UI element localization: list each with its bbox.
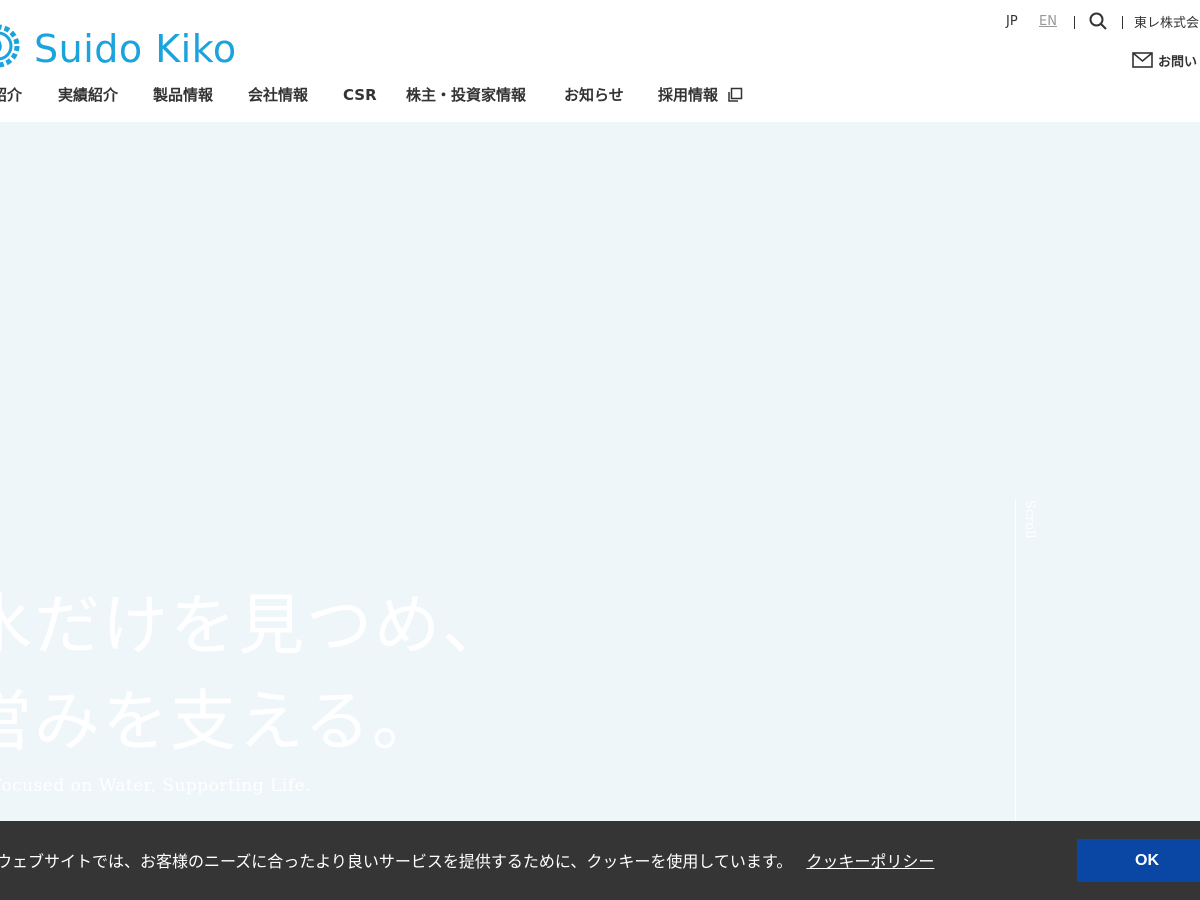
toray-link[interactable]: 東レ株式会 xyxy=(1134,12,1199,31)
lang-jp-link[interactable]: JP xyxy=(1006,10,1018,34)
contact-label: お問い xyxy=(1158,55,1198,70)
nav-item-ir[interactable]: 株主・投資家情報 xyxy=(406,80,526,110)
nav-item-company[interactable]: 会社情報 xyxy=(248,80,308,110)
site-header: Suido Kiko 紹介 実績紹介 製品情報 会社情報 CSR 株主・投資家情… xyxy=(0,0,1200,122)
cookie-policy-link[interactable]: クッキーポリシー xyxy=(806,852,934,871)
cookie-banner: ウェブサイトでは、お客様のニーズに合ったより良いサービスを提供するために、クッキ… xyxy=(0,821,1200,900)
hero-section: 水だけを見つめ、 営みを支える。 Focused on Water, Suppo… xyxy=(0,122,1200,822)
nav-item-recruit[interactable]: 採用情報 xyxy=(658,80,718,110)
hero-headline-line2: 営みを支える。 xyxy=(0,683,441,760)
nav-item-about[interactable]: 紹介 xyxy=(0,80,22,110)
scroll-label[interactable]: Scroll xyxy=(1022,500,1037,539)
divider xyxy=(1122,16,1123,29)
lang-en-link[interactable]: EN xyxy=(1039,10,1057,34)
logo-wordmark[interactable]: Suido Kiko xyxy=(34,24,237,74)
cookie-message: ウェブサイトでは、お客様のニーズに合ったより良いサービスを提供するために、クッキ… xyxy=(0,852,793,871)
nav-item-products[interactable]: 製品情報 xyxy=(153,80,213,110)
mail-icon xyxy=(1132,52,1153,68)
search-icon[interactable] xyxy=(1089,12,1107,30)
hero-headline-line1: 水だけを見つめ、 xyxy=(0,587,510,664)
external-link-icon xyxy=(728,87,743,102)
logo-gear-icon[interactable] xyxy=(0,20,24,72)
cookie-message-row: ウェブサイトでは、お客様のニーズに合ったより良いサービスを提供するために、クッキ… xyxy=(0,848,934,872)
nav-item-news[interactable]: お知らせ xyxy=(564,80,624,110)
scroll-line xyxy=(1015,500,1016,822)
nav-item-works[interactable]: 実績紹介 xyxy=(58,80,118,110)
hero-subtitle: Focused on Water, Supporting Life. xyxy=(0,776,312,796)
cookie-ok-button[interactable]: OK xyxy=(1077,839,1200,882)
nav-item-csr[interactable]: CSR xyxy=(343,80,377,110)
divider xyxy=(1074,16,1075,29)
